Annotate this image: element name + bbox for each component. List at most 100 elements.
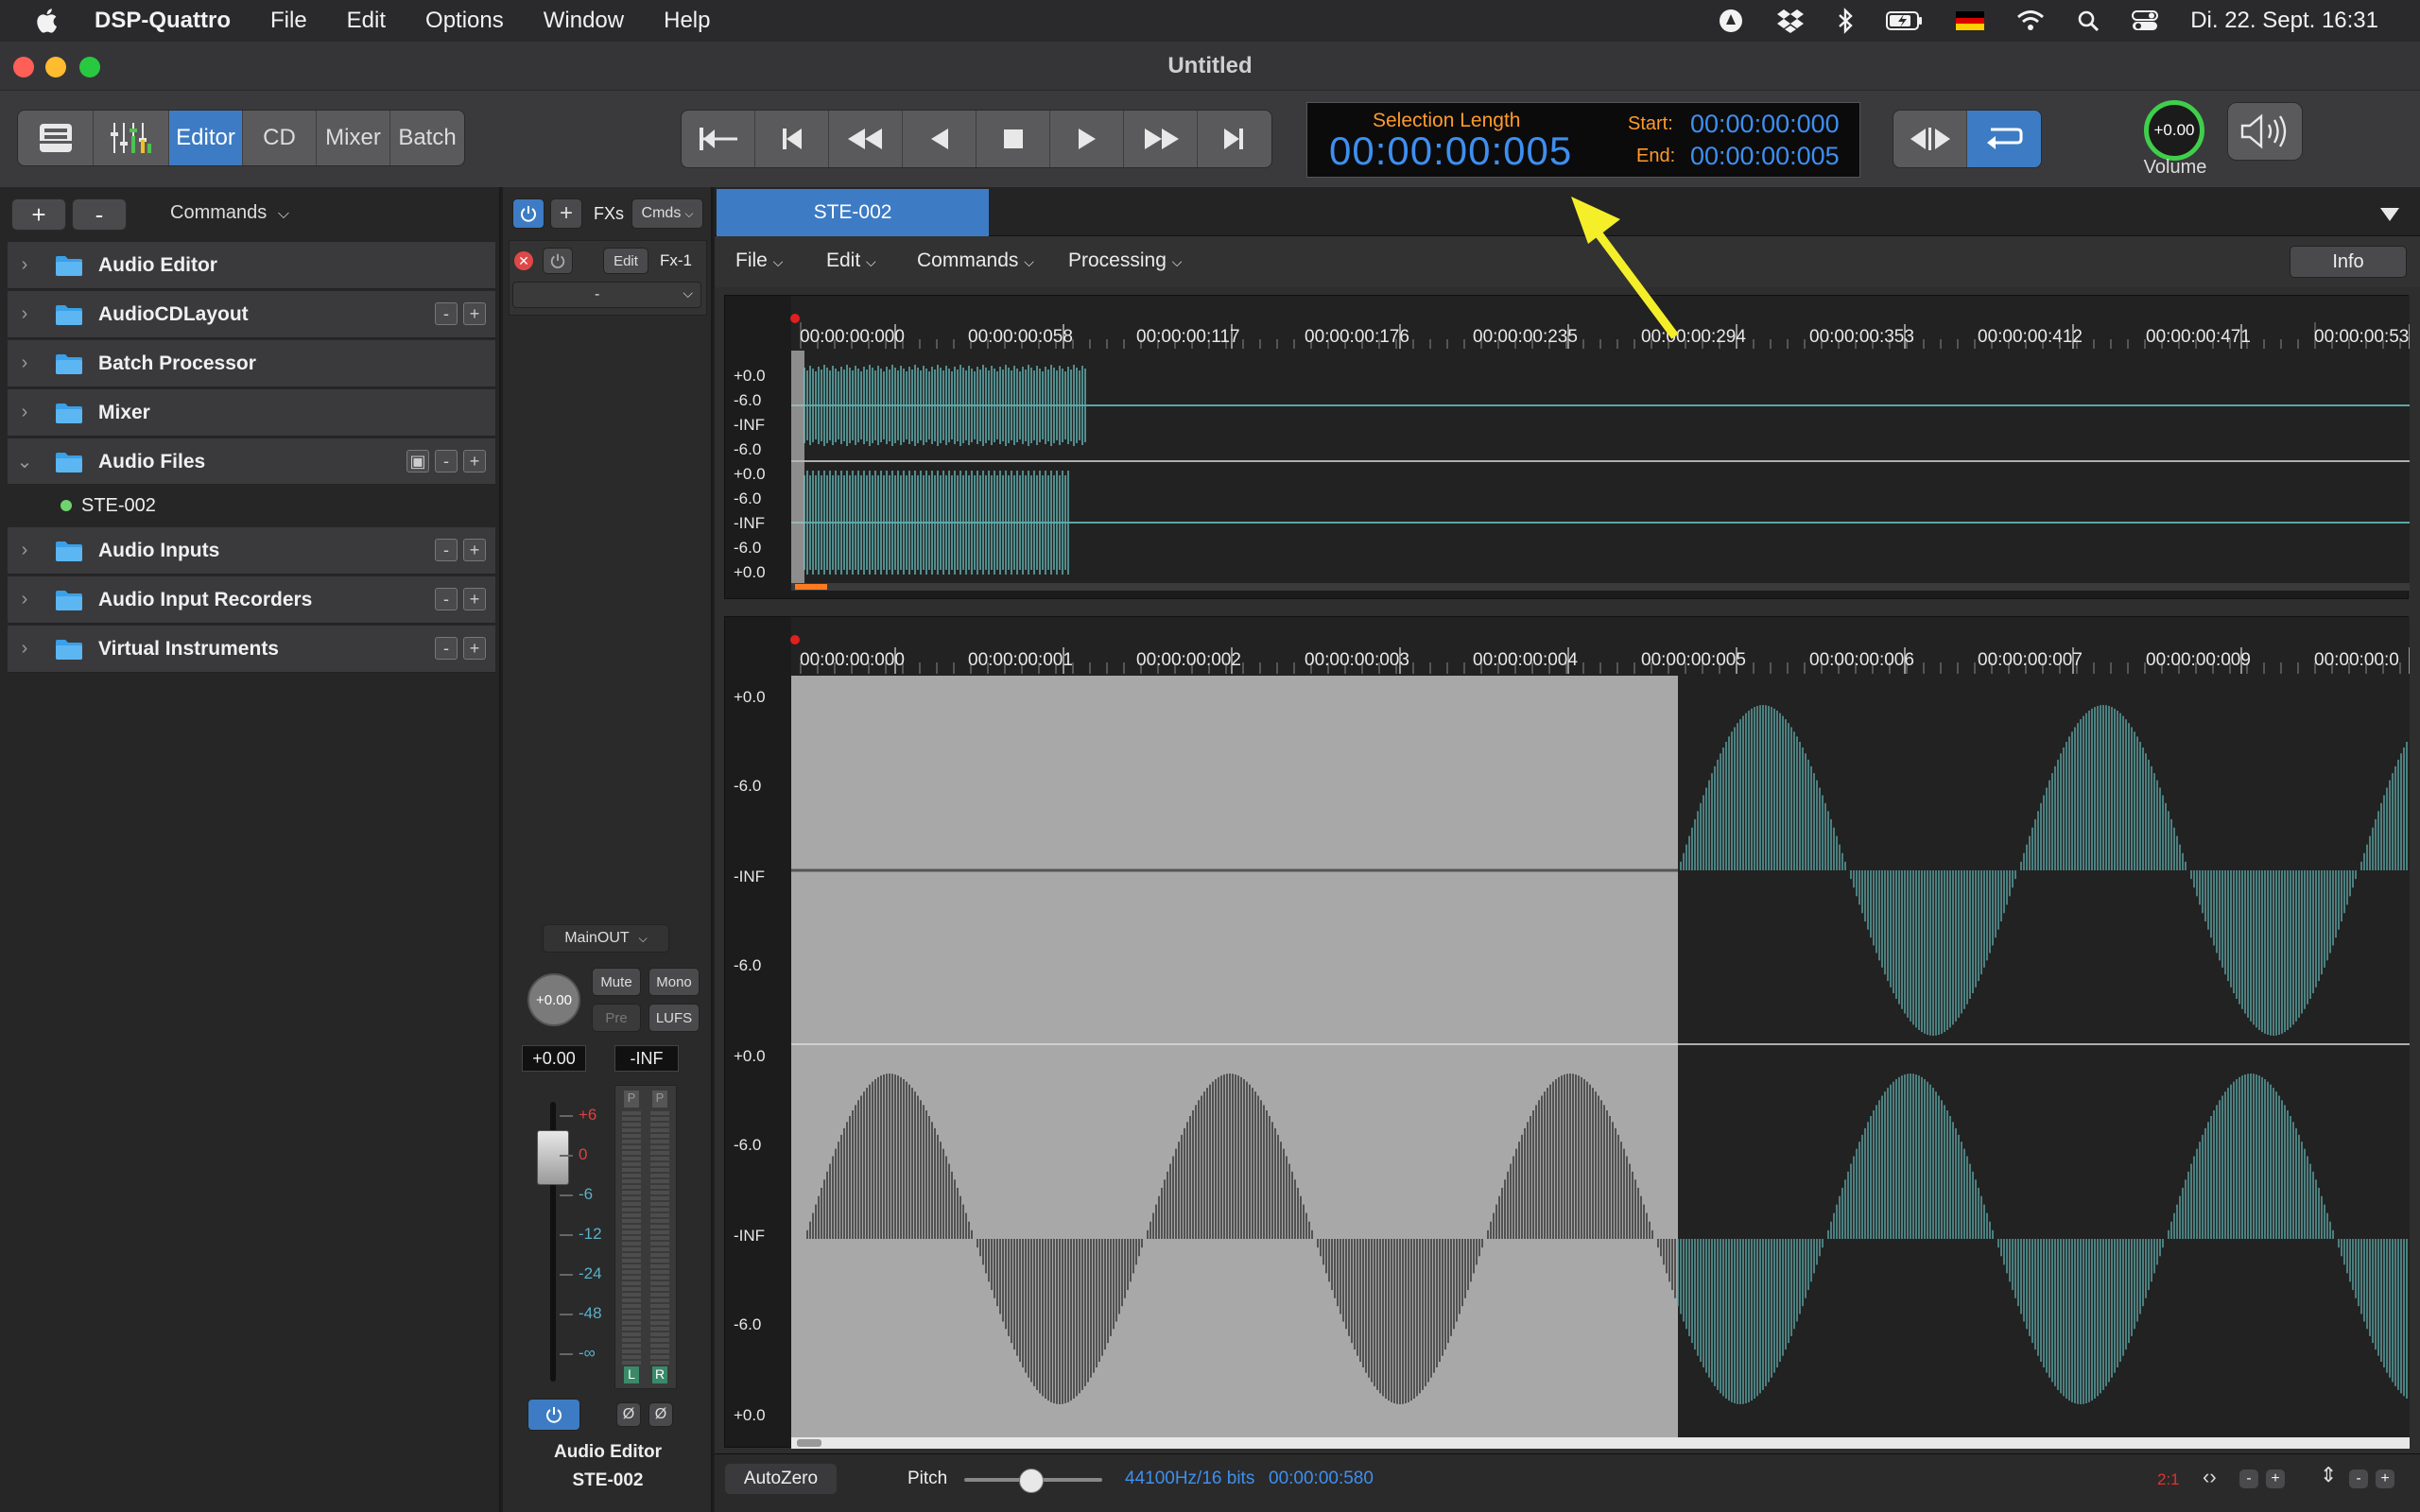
tree-remove-button[interactable]: -: [435, 539, 458, 561]
skip-to-start-button[interactable]: [682, 111, 755, 167]
fx-edit-button[interactable]: Edit: [603, 248, 648, 274]
strip-power-button[interactable]: [527, 1399, 580, 1431]
commands-dropdown[interactable]: Commands ⌵: [170, 202, 289, 224]
tree-row-7[interactable]: › Virtual Instruments - +: [8, 626, 495, 673]
drawer-toggle-button[interactable]: [18, 111, 94, 165]
fast-forward-button[interactable]: [1124, 111, 1198, 167]
volume-knob[interactable]: +0.00: [2144, 100, 2204, 161]
phase-right-button[interactable]: Ø: [648, 1402, 673, 1427]
tree-remove-button[interactable]: -: [435, 588, 458, 610]
chevron-right-icon[interactable]: ›: [11, 540, 38, 561]
dropbox-icon[interactable]: [1776, 8, 1805, 34]
selection-start-value[interactable]: 00:00:00:000: [1690, 110, 1840, 139]
mode-batch-button[interactable]: Batch: [390, 111, 464, 165]
fx-bypass-button[interactable]: [543, 248, 573, 274]
vpn-icon[interactable]: [1718, 8, 1744, 34]
add-item-button[interactable]: +: [11, 198, 66, 231]
tree-row-2[interactable]: › Batch Processor: [8, 340, 495, 387]
mode-editor-button[interactable]: Editor: [169, 111, 243, 165]
tree-remove-button[interactable]: -: [435, 450, 458, 472]
menu-window[interactable]: Window: [544, 8, 624, 34]
cmds-dropdown[interactable]: Cmds ⌵: [631, 198, 703, 229]
chevron-right-icon[interactable]: ›: [11, 638, 38, 660]
editor-menu-file[interactable]: File ⌵: [735, 249, 783, 272]
autozero-button[interactable]: AutoZero: [724, 1463, 838, 1495]
detail-waveform-panel[interactable]: [724, 616, 2411, 1449]
fader-handle[interactable]: [537, 1130, 569, 1185]
vertical-zoom-in-button[interactable]: +: [2375, 1469, 2395, 1489]
tree-row-6[interactable]: › Audio Input Recorders - +: [8, 576, 495, 624]
bluetooth-icon[interactable]: [1837, 8, 1854, 34]
horizontal-zoom-out-button[interactable]: -: [2238, 1469, 2259, 1489]
info-button[interactable]: Info: [2290, 246, 2407, 278]
play-button[interactable]: [1050, 111, 1124, 167]
tree-add-button[interactable]: +: [463, 450, 486, 472]
mixer-view-button[interactable]: [94, 111, 169, 165]
stop-button[interactable]: [977, 111, 1050, 167]
menu-app-name[interactable]: DSP-Quattro: [95, 8, 231, 34]
chevron-right-icon[interactable]: ›: [11, 589, 38, 610]
tree-row-5[interactable]: › Audio Inputs - +: [8, 527, 495, 575]
skip-to-end-button[interactable]: [1198, 111, 1271, 167]
audio-file-item[interactable]: STE-002: [8, 484, 495, 527]
play-reverse-button[interactable]: [903, 111, 977, 167]
tree-add-button[interactable]: +: [463, 637, 486, 660]
peak-hold-right[interactable]: P: [652, 1091, 667, 1108]
fx-power-button[interactable]: [512, 198, 544, 229]
menu-file[interactable]: File: [270, 8, 307, 34]
editor-menu-edit[interactable]: Edit ⌵: [826, 249, 876, 272]
menubar-clock[interactable]: Di. 22. Sept. 16:31: [2190, 8, 2378, 34]
loop-button[interactable]: [1967, 111, 2041, 167]
chevron-right-icon[interactable]: ›: [11, 402, 38, 423]
fx-insert-select[interactable]: - ⌵: [512, 282, 701, 308]
tree-add-button[interactable]: +: [463, 588, 486, 610]
menu-options[interactable]: Options: [425, 8, 504, 34]
chevron-right-icon[interactable]: ›: [11, 303, 38, 325]
tree-row-4[interactable]: ⌄ Audio Files ▣ - +: [8, 438, 495, 486]
add-fx-button[interactable]: +: [550, 198, 582, 229]
peak-hold-left[interactable]: P: [624, 1091, 639, 1108]
editor-menu-commands[interactable]: Commands ⌵: [917, 249, 1034, 272]
speaker-button[interactable]: [2227, 102, 2303, 161]
tab-overflow-button[interactable]: [2371, 200, 2409, 229]
tree-remove-button[interactable]: -: [435, 302, 458, 325]
scrub-button[interactable]: [1893, 111, 1967, 167]
lufs-button[interactable]: LUFS: [648, 1004, 700, 1032]
chevron-right-icon[interactable]: ›: [11, 254, 38, 276]
tree-row-3[interactable]: › Mixer: [8, 389, 495, 437]
chevron-down-icon[interactable]: ⌄: [11, 450, 38, 473]
spotlight-icon[interactable]: [2077, 9, 2100, 32]
remove-fx-icon[interactable]: ✕: [514, 251, 533, 270]
chevron-right-icon[interactable]: ›: [11, 352, 38, 374]
menu-help[interactable]: Help: [664, 8, 710, 34]
vertical-zoom-icon[interactable]: ⇕: [2320, 1463, 2337, 1487]
pre-button[interactable]: Pre: [592, 1004, 641, 1032]
mode-mixer-button[interactable]: Mixer: [317, 111, 390, 165]
tree-add-button[interactable]: +: [463, 302, 486, 325]
previous-marker-button[interactable]: [755, 111, 829, 167]
menu-edit[interactable]: Edit: [347, 8, 386, 34]
mono-button[interactable]: Mono: [648, 968, 700, 996]
tree-row-0[interactable]: › Audio Editor: [8, 242, 495, 289]
apple-menu-icon[interactable]: [34, 7, 62, 35]
control-center-icon[interactable]: [2132, 9, 2159, 32]
editor-menu-processing[interactable]: Processing ⌵: [1068, 249, 1182, 272]
tree-remove-button[interactable]: -: [435, 637, 458, 660]
remove-item-button[interactable]: -: [72, 198, 127, 231]
gain-value[interactable]: +0.00: [522, 1045, 586, 1072]
pan-knob[interactable]: +0.00: [527, 973, 580, 1026]
output-select[interactable]: MainOUT ⌵: [543, 924, 669, 953]
horizontal-zoom-in-button[interactable]: +: [2265, 1469, 2286, 1489]
tree-row-1[interactable]: › AudioCDLayout - +: [8, 291, 495, 338]
tree-add-button[interactable]: +: [463, 539, 486, 561]
german-flag-icon[interactable]: [1956, 11, 1985, 30]
wifi-icon[interactable]: [2016, 9, 2045, 32]
document-tab[interactable]: STE-002: [717, 189, 989, 236]
rewind-button[interactable]: [829, 111, 903, 167]
detail-waveform[interactable]: [725, 617, 2411, 1449]
pitch-slider-handle[interactable]: [1019, 1469, 1044, 1493]
save-icon[interactable]: ▣: [406, 450, 429, 472]
horizontal-zoom-icon[interactable]: ‹›: [2203, 1465, 2217, 1489]
selection-end-value[interactable]: 00:00:00:005: [1690, 142, 1840, 171]
phase-left-button[interactable]: Ø: [616, 1402, 641, 1427]
